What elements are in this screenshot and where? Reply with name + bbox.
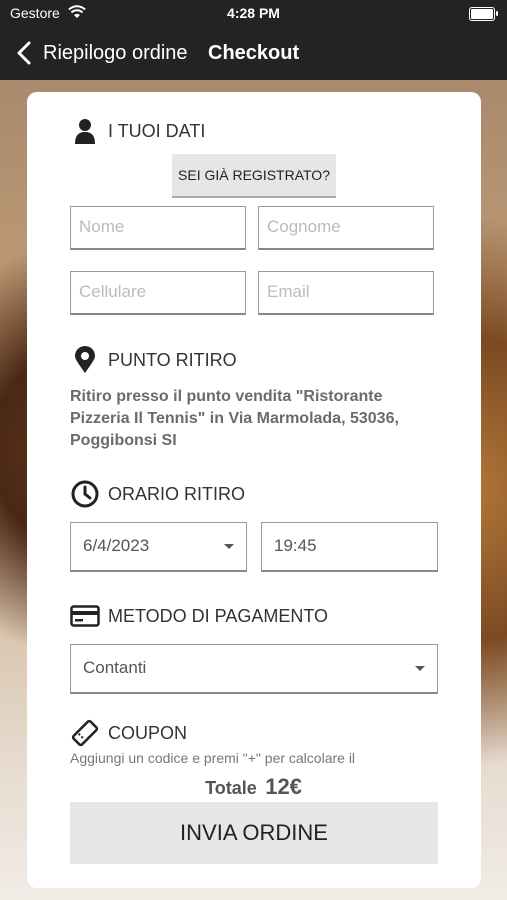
page-title: Checkout [208, 42, 300, 64]
chevron-left-icon[interactable] [14, 40, 36, 66]
clock: 4:28 PM [227, 5, 280, 21]
order-total: Totale 12€ [0, 774, 507, 800]
total-label: Totale [205, 778, 257, 798]
credit-card-icon [70, 601, 100, 631]
coupon-heading: COUPON [70, 718, 187, 748]
phone-field[interactable]: Cellulare [70, 271, 246, 315]
clock-icon [70, 479, 100, 509]
email-field[interactable]: Email [258, 271, 434, 315]
payment-label: METODO DI PAGAMENTO [108, 605, 329, 626]
your-data-label: I TUOI DATI [108, 120, 206, 141]
dropdown-caret-icon [415, 666, 425, 671]
pickup-point-label: PUNTO RITIRO [108, 349, 237, 370]
time-value: 19:45 [274, 536, 317, 555]
time-field[interactable]: 19:45 [261, 522, 438, 572]
coupon-label: COUPON [108, 722, 188, 743]
map-pin-icon [70, 345, 100, 375]
nav-bar: Riepilogo ordine Checkout [0, 28, 507, 80]
already-registered-button[interactable]: SEI GIÀ REGISTRATO? [172, 154, 336, 198]
dropdown-caret-icon [224, 544, 234, 549]
coupon-hint: Aggiungi un codice e premi "+" per calco… [70, 750, 356, 766]
date-value: 6/4/2023 [83, 536, 150, 555]
last-name-field[interactable]: Cognome [258, 206, 434, 250]
pickup-point-heading: PUNTO RITIRO [70, 345, 237, 375]
user-icon [70, 116, 100, 146]
total-value: 12€ [265, 774, 302, 799]
payment-method-value: Contanti [83, 658, 147, 677]
date-select[interactable]: 6/4/2023 [70, 522, 247, 572]
pickup-address: Ritiro presso il punto vendita "Ristoran… [70, 388, 399, 449]
submit-order-button[interactable]: INVIA ORDINE [70, 802, 438, 864]
ticket-icon [70, 718, 100, 748]
payment-heading: METODO DI PAGAMENTO [70, 601, 328, 631]
your-data-heading: I TUOI DATI [70, 116, 205, 146]
pickup-time-heading: ORARIO RITIRO [70, 479, 245, 509]
status-bar: Gestore 4:28 PM [0, 0, 507, 28]
back-button[interactable]: Riepilogo ordine [43, 42, 188, 65]
pickup-time-label: ORARIO RITIRO [108, 483, 246, 504]
battery-icon [469, 7, 498, 21]
payment-method-select[interactable]: Contanti [70, 644, 438, 694]
first-name-field[interactable]: Nome [70, 206, 246, 250]
